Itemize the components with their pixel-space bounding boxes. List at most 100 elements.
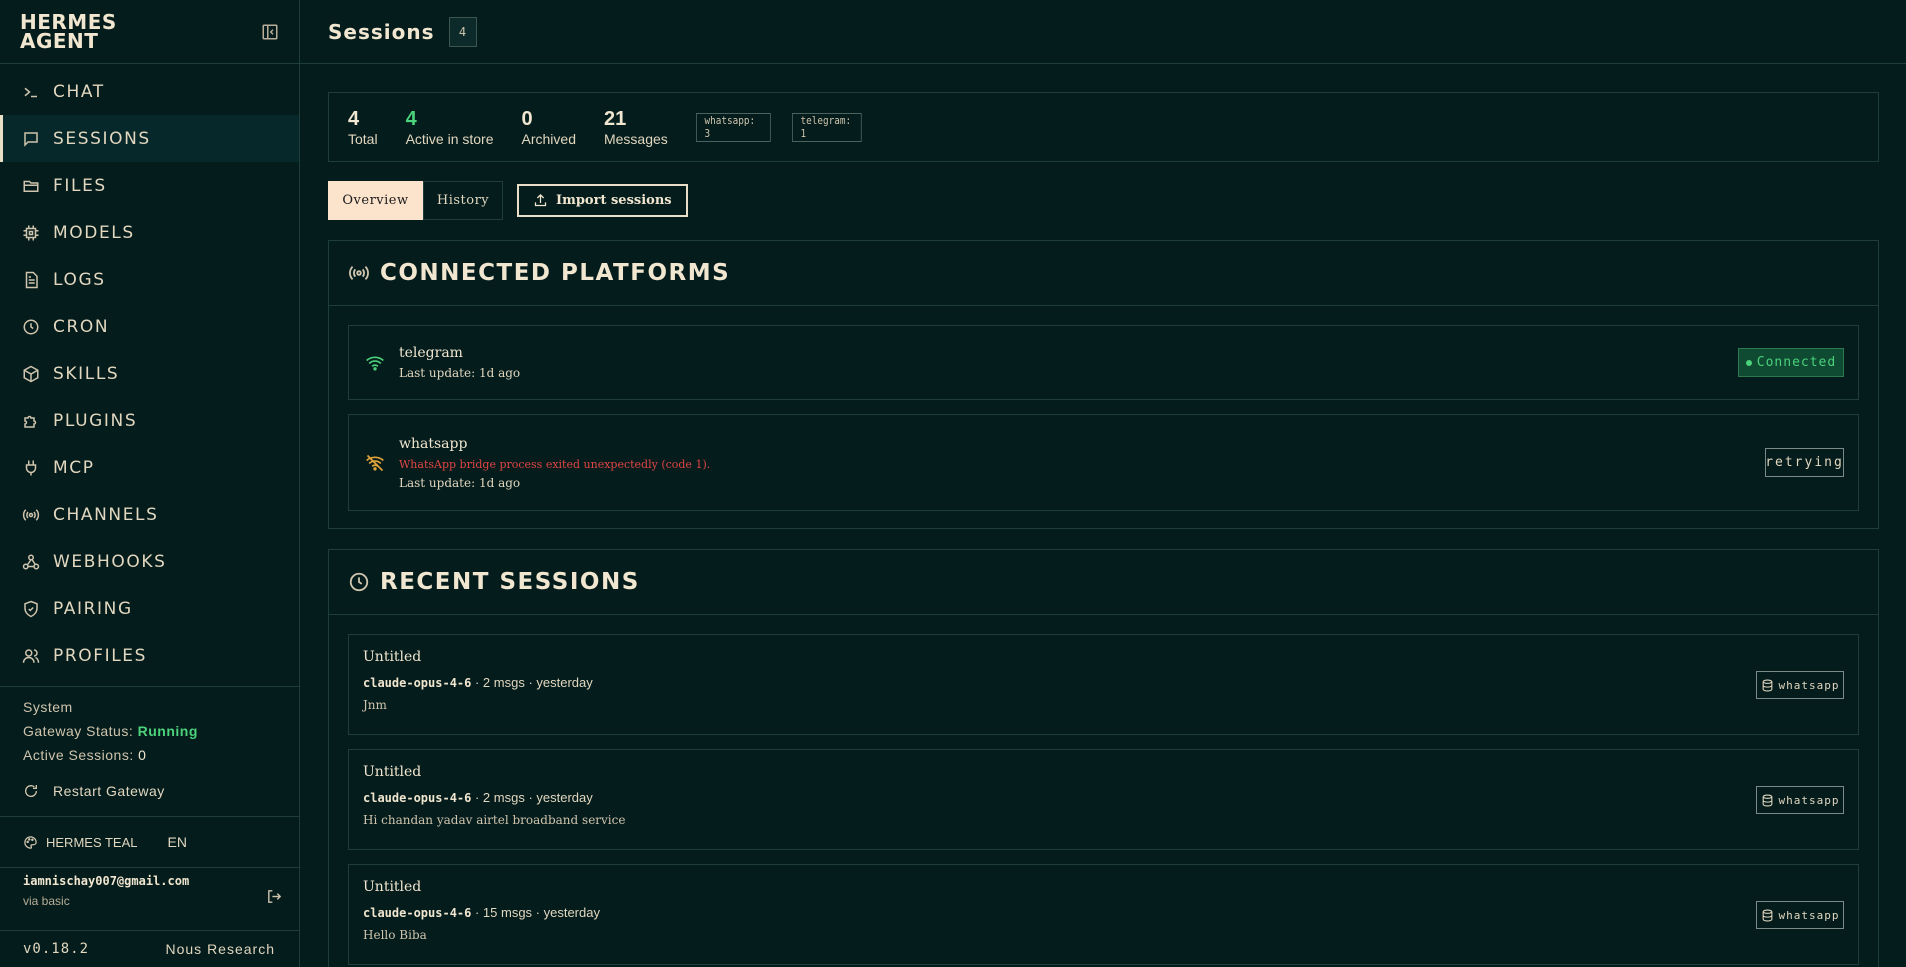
sidebar-item-label: CRON xyxy=(53,316,110,337)
theme-selector[interactable]: HERMES TEAL xyxy=(46,835,138,850)
status-dot-icon xyxy=(1745,359,1752,366)
sidebar-item-label: MCP xyxy=(53,457,95,478)
sidebar-item-channels[interactable]: CHANNELS xyxy=(0,491,299,538)
tab-overview[interactable]: Overview xyxy=(328,181,423,220)
sidebar-nav: CHAT SESSIONS FILES MODELS LOGS CRON SKI… xyxy=(0,64,299,679)
session-platform-badge[interactable]: whatsapp xyxy=(1756,671,1844,699)
session-preview: Hi chandan yadav airtel broadband servic… xyxy=(363,813,626,827)
session-preview: Hello Biba xyxy=(363,928,427,942)
status-text: Connected xyxy=(1756,355,1837,370)
sidebar-item-mcp[interactable]: MCP xyxy=(0,444,299,491)
gateway-status-value: Running xyxy=(137,723,198,739)
users-icon xyxy=(22,647,40,665)
database-icon xyxy=(1761,794,1774,807)
platform-name: telegram xyxy=(399,345,463,361)
session-platform-badge[interactable]: whatsapp xyxy=(1756,901,1844,929)
terminal-icon xyxy=(22,83,40,101)
package-icon xyxy=(22,365,40,383)
stat-total: 4 Total xyxy=(348,108,378,147)
upload-icon xyxy=(533,193,548,208)
stat-label: Archived xyxy=(521,130,576,147)
language-selector[interactable]: EN xyxy=(168,834,187,850)
sidebar-item-webhooks[interactable]: WEBHOOKS xyxy=(0,538,299,585)
plug-icon xyxy=(22,459,40,477)
view-tabs: Overview History Import sessions xyxy=(328,181,688,220)
sidebar-item-profiles[interactable]: PROFILES xyxy=(0,632,299,679)
sidebar-item-cron[interactable]: CRON xyxy=(0,303,299,350)
active-sessions-label: Active Sessions: xyxy=(23,747,134,763)
active-sessions-value: 0 xyxy=(138,747,147,763)
wifi-icon xyxy=(365,353,385,373)
session-platform-badge[interactable]: whatsapp xyxy=(1756,786,1844,814)
session-card[interactable]: Untitled claude-opus-4-6 · 2 msgs · yest… xyxy=(348,749,1859,850)
session-meta: claude-opus-4-6 · 2 msgs · yesterday xyxy=(363,675,1858,690)
gateway-status: Gateway Status: Running xyxy=(23,719,299,743)
logout-icon[interactable] xyxy=(266,888,283,905)
platform-last-update: Last update: 1d ago xyxy=(399,366,521,380)
sidebar-item-models[interactable]: MODELS xyxy=(0,209,299,256)
platform-info: whatsapp WhatsApp bridge process exited … xyxy=(399,436,710,490)
sidebar-item-label: LOGS xyxy=(53,269,106,290)
webhook-icon xyxy=(22,553,40,571)
sidebar-item-logs[interactable]: LOGS xyxy=(0,256,299,303)
credit-text: Nous Research xyxy=(165,941,275,957)
stat-label: Active in store xyxy=(405,130,494,147)
page-title: Sessions xyxy=(328,19,435,44)
stat-active: 4 Active in store xyxy=(406,108,494,147)
brand-header: HERMES AGENT xyxy=(0,0,299,64)
database-icon xyxy=(1761,679,1774,692)
clock-icon xyxy=(348,571,370,593)
platform-chip-telegram: telegram: 1 xyxy=(791,112,862,142)
sidebar-item-label: SESSIONS xyxy=(53,128,151,149)
gateway-status-label: Gateway Status: xyxy=(23,723,134,739)
radio-icon xyxy=(348,262,370,284)
platform-info: telegram Last update: 1d ago xyxy=(399,345,520,380)
panel-title: RECENT SESSIONS xyxy=(380,569,640,595)
clock-icon xyxy=(22,318,40,336)
sidebar-item-sessions[interactable]: SESSIONS xyxy=(0,115,299,162)
platform-card-telegram: telegram Last update: 1d ago Connected xyxy=(348,325,1859,400)
import-sessions-button[interactable]: Import sessions xyxy=(517,184,688,217)
session-model: claude-opus-4-6 xyxy=(363,906,472,920)
sidebar-item-skills[interactable]: SKILLS xyxy=(0,350,299,397)
stat-archived: 0 Archived xyxy=(522,108,576,147)
session-meta: claude-opus-4-6 · 15 msgs · yesterday xyxy=(363,905,1858,920)
collapse-sidebar-icon[interactable] xyxy=(261,23,279,41)
restart-gateway-button[interactable]: Restart Gateway xyxy=(0,776,299,806)
database-icon xyxy=(1761,909,1774,922)
sidebar-item-pairing[interactable]: PAIRING xyxy=(0,585,299,632)
session-card[interactable]: Untitled claude-opus-4-6 · 2 msgs · yest… xyxy=(348,634,1859,735)
session-meta: claude-opus-4-6 · 2 msgs · yesterday xyxy=(363,790,1858,805)
sidebar-item-chat[interactable]: CHAT xyxy=(0,68,299,115)
session-title: Untitled xyxy=(363,649,422,665)
panel-title: CONNECTED PLATFORMS xyxy=(380,260,731,286)
sidebar-item-label: PLUGINS xyxy=(53,410,138,431)
session-title: Untitled xyxy=(363,879,422,895)
message-icon xyxy=(22,130,40,148)
refresh-icon xyxy=(23,783,39,799)
palette-icon xyxy=(23,835,38,850)
session-details: · 2 msgs · yesterday xyxy=(471,675,593,690)
session-platform-label: whatsapp xyxy=(1778,908,1840,922)
stat-value: 21 xyxy=(603,107,627,130)
sidebar-item-label: CHANNELS xyxy=(53,504,159,525)
sidebar-item-plugins[interactable]: PLUGINS xyxy=(0,397,299,444)
sidebar-item-label: CHAT xyxy=(53,81,105,102)
sidebar-item-label: WEBHOOKS xyxy=(53,551,167,572)
tab-history[interactable]: History xyxy=(423,181,503,220)
session-title: Untitled xyxy=(363,764,422,780)
active-sessions: Active Sessions: 0 xyxy=(23,743,299,767)
stat-value: 0 xyxy=(521,107,533,130)
account-email: iamnischay007@gmail.com xyxy=(23,874,190,888)
recent-sessions-panel: RECENT SESSIONS Untitled claude-opus-4-6… xyxy=(328,549,1879,967)
session-card[interactable]: Untitled claude-opus-4-6 · 15 msgs · yes… xyxy=(348,864,1859,965)
session-model: claude-opus-4-6 xyxy=(363,791,472,805)
stat-value: 4 xyxy=(348,107,360,130)
page-header: Sessions 4 xyxy=(300,0,1906,64)
file-text-icon xyxy=(22,271,40,289)
session-preview: Jnm xyxy=(363,698,387,712)
sidebar-item-files[interactable]: FILES xyxy=(0,162,299,209)
sidebar-item-label: PROFILES xyxy=(53,645,148,666)
stat-label: Total xyxy=(348,130,378,147)
system-status-panel: System Gateway Status: Running Active Se… xyxy=(0,686,299,767)
